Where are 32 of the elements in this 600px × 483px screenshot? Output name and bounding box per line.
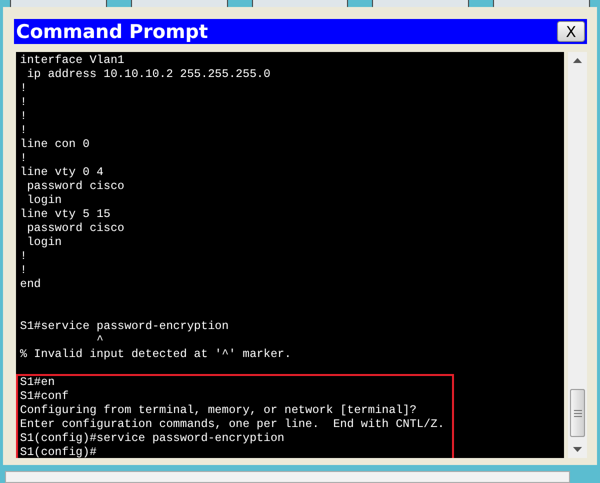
terminal-line: line vty 5 15 [20, 208, 110, 222]
terminal-line: login [26, 236, 62, 250]
terminal-line: interface Vlan1 [20, 54, 124, 68]
terminal-line: ! [20, 152, 27, 166]
scroll-up-icon[interactable] [573, 58, 582, 63]
terminal-line: password cisco [26, 222, 124, 236]
terminal-line: S1(config)# [20, 446, 97, 458]
close-button[interactable]: X [557, 21, 585, 42]
terminal-line: Configuring from terminal, memory, or network [terminal]? [20, 404, 417, 418]
terminal-line: S1#en [20, 376, 55, 390]
terminal-line: password cisco [26, 180, 124, 194]
terminal-line: ! [20, 250, 27, 264]
terminal-line: ip address 10.10.10.2 255.255.255.0 [26, 68, 270, 82]
window-title: Command Prompt [16, 20, 208, 42]
terminal-line: ! [20, 110, 27, 124]
terminal-line: ! [20, 96, 27, 110]
terminal-line: ! [20, 82, 27, 96]
terminal-line: line con 0 [20, 138, 90, 152]
scroll-thumb[interactable] [570, 389, 585, 437]
terminal-line: S1#conf [20, 390, 69, 404]
scroll-down-icon[interactable] [573, 447, 582, 452]
terminal-line: % Invalid input detected at '^' marker. [20, 348, 292, 362]
terminal-line: ! [20, 124, 27, 138]
terminal-line: Enter configuration commands, one per line. End with CNTL/Z. [20, 418, 444, 432]
terminal-line: end [20, 278, 41, 292]
terminal-line: S1(config)#service password-encryption [20, 432, 284, 446]
terminal-line: ^ [96, 334, 104, 348]
terminal-line: login [26, 194, 62, 208]
terminal-line: line vty 0 4 [20, 166, 104, 180]
terminal-line: ! [20, 264, 27, 278]
terminal-line: S1#service password-encryption [20, 320, 229, 334]
scrollbar[interactable] [568, 52, 587, 458]
